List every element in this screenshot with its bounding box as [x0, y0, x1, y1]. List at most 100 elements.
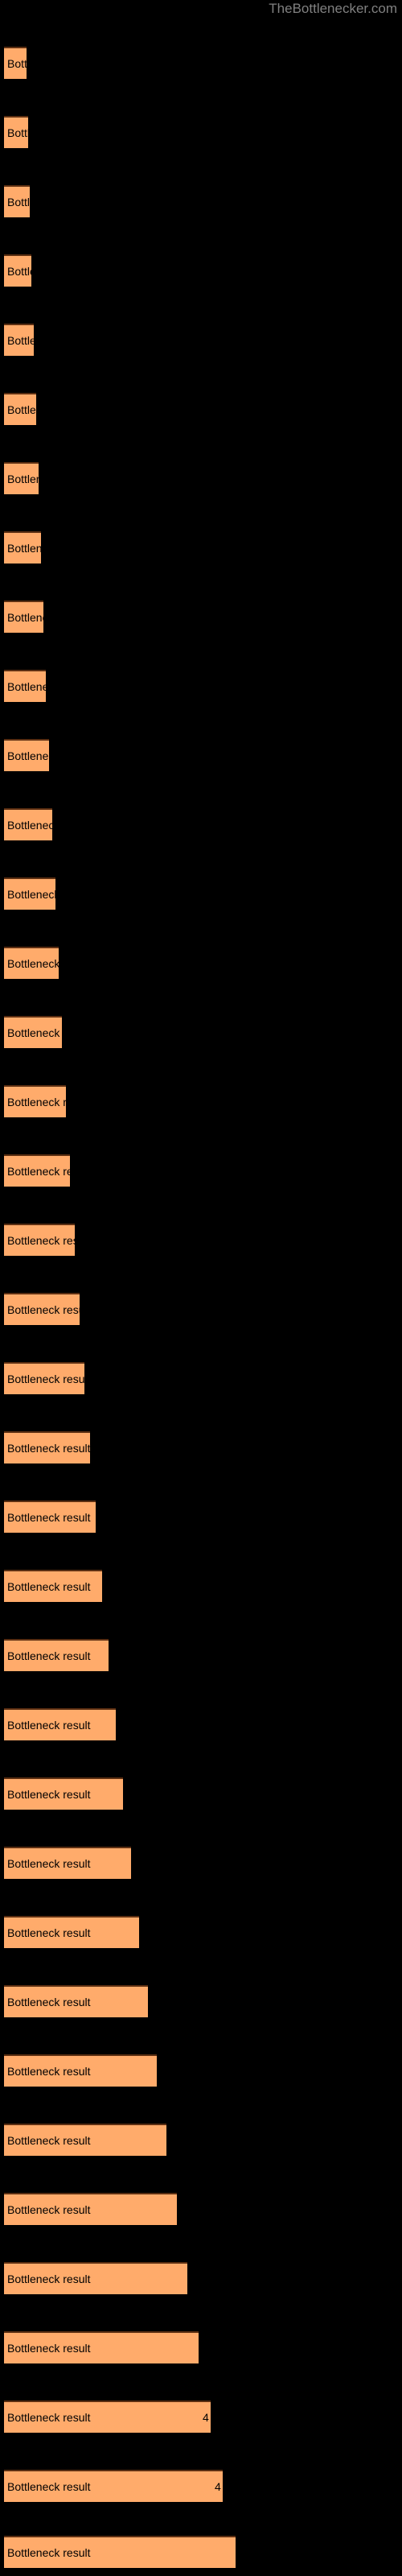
bar-bottleneck-result[interactable]: Bottleneck result: [4, 1293, 91, 1325]
bar-bottleneck-result[interactable]: Bottleneck result: [4, 1362, 91, 1394]
bar-bottleneck-result[interactable]: Bottleneck result: [4, 393, 91, 425]
bar-bottleneck-result[interactable]: Bottleneck result: [4, 462, 91, 494]
bottleneck-bar-chart: Bottleneck result Bottleneck result Bottle…: [0, 0, 402, 2576]
bar-row: Bottleneck result: [0, 324, 402, 357]
bar-clip: Bottleneck result: [0, 1293, 402, 1327]
bar-clip: Bottleneck result: [0, 116, 402, 150]
bar-clip: Bottleneck result: [0, 2262, 402, 2296]
bar-bottleneck-result[interactable]: Bottleneck result: [4, 1570, 102, 1602]
bar-label: Bottleneck result: [7, 196, 91, 208]
bar-clip: Bottleneck result: [0, 531, 402, 565]
bar-label: Bottleneck result: [7, 749, 91, 762]
bar-clip: Bottleneck result: [0, 2536, 402, 2570]
bar-bottleneck-result[interactable]: Bottleneck result: [4, 1085, 91, 1117]
bar-clip: Bottleneck result: [0, 324, 402, 357]
bar-bottleneck-result[interactable]: Bottleneck result: [4, 1016, 91, 1048]
bar-row: Bottleneck result: [0, 1431, 402, 1465]
bar-clip: Bottleneck result: [0, 1916, 402, 1950]
bar-row: Bottleneck result: [0, 947, 402, 980]
bar-bottleneck-result[interactable]: Bottleneck result: [4, 324, 91, 356]
bar-clip: Bottleneck result: [0, 808, 402, 842]
bar-row: Bottleneck result: [0, 739, 402, 773]
bar-clip: Bottleneck result: [0, 739, 402, 773]
bar-clip: Bottleneck result: [0, 1639, 402, 1673]
bar-row: Bottleneck result: [0, 1847, 402, 1880]
bar-label: Bottleneck result: [7, 57, 91, 70]
bar-bottleneck-result[interactable]: Bottleneck result: [4, 254, 91, 287]
bar-row: Bottleneck result: [0, 1085, 402, 1119]
bar-bottleneck-result[interactable]: Bottleneck result: [4, 1916, 139, 1948]
bar-clip: Bottleneck result: [0, 1501, 402, 1534]
bar-label: Bottleneck result: [7, 403, 91, 416]
bar-row: Bottleneck result: [0, 1224, 402, 1257]
bar-label: Bottleneck result: [7, 1303, 91, 1316]
bar-bottleneck-result[interactable]: Bottleneck result: [4, 2331, 199, 2363]
bar-row: Bottleneck result 4: [0, 2470, 402, 2504]
bar-label: Bottleneck result: [7, 680, 91, 693]
bar-row: Bottleneck result: [0, 1362, 402, 1396]
bar-clip: Bottleneck result: [0, 1431, 402, 1465]
bar-row: Bottleneck result: [0, 185, 402, 219]
bar-label: Bottleneck result: [7, 1996, 91, 2008]
bar-row: Bottleneck result: [0, 2124, 402, 2157]
bar-clip: Bottleneck result: [0, 2124, 402, 2157]
bar-label: Bottleneck result: [7, 1373, 91, 1385]
bar-label: Bottleneck result: [7, 1442, 91, 1455]
bar-row: Bottleneck result: [0, 1639, 402, 1673]
bar-bottleneck-result[interactable]: Bottleneck result: [4, 1224, 91, 1256]
bar-bottleneck-result[interactable]: Bottleneck result: [4, 2054, 157, 2087]
bar-bottleneck-result[interactable]: Bottleneck result: [4, 670, 91, 702]
bar-label: Bottleneck result: [7, 1096, 91, 1108]
bar-label: Bottleneck result: [7, 1649, 91, 1662]
bar-bottleneck-result[interactable]: Bottleneck result: [4, 1777, 123, 1810]
bar-bottleneck-result[interactable]: Bottleneck result: [4, 2193, 177, 2225]
bar-bottleneck-result[interactable]: Bottleneck result: [4, 47, 91, 79]
bar-clip: Bottleneck result: [0, 2054, 402, 2088]
bar-bottleneck-result[interactable]: Bottleneck result: [4, 877, 91, 910]
bar-row: Bottleneck result: [0, 2536, 402, 2570]
bar-clip: Bottleneck result: [0, 1154, 402, 1188]
bar-label: Bottleneck result: [7, 1511, 91, 1524]
bar-label: Bottleneck result: [7, 819, 91, 832]
bar-label: Bottleneck result: [7, 1026, 91, 1039]
bar-clip: Bottleneck result: [0, 47, 402, 80]
bar-bottleneck-result[interactable]: Bottleneck result: [4, 1154, 91, 1187]
bar-label: Bottleneck result: [7, 2134, 91, 2147]
bar-bottleneck-result[interactable]: Bottleneck result: [4, 2262, 187, 2294]
bar-bottleneck-result[interactable]: Bottleneck result: [4, 808, 91, 840]
bar-bottleneck-result[interactable]: Bottleneck result: [4, 2124, 166, 2156]
bar-bottleneck-result[interactable]: Bottleneck result: [4, 739, 91, 771]
bar-bottleneck-result[interactable]: Bottleneck result: [4, 2536, 236, 2568]
bar-clip: Bottleneck result: [0, 1016, 402, 1050]
bar-label: Bottleneck result: [7, 1788, 91, 1801]
bar-clip: Bottleneck result: [0, 2193, 402, 2227]
bar-bottleneck-result[interactable]: Bottleneck result 4: [4, 2401, 211, 2433]
bar-clip: Bottleneck result: [0, 185, 402, 219]
bar-bottleneck-result[interactable]: Bottleneck result: [4, 601, 91, 633]
bar-bottleneck-result[interactable]: Bottleneck result: [4, 947, 91, 979]
bar-bottleneck-result[interactable]: Bottleneck result: [4, 1639, 109, 1671]
bar-row: Bottleneck result: [0, 1154, 402, 1188]
bar-label: Bottleneck result: [7, 2342, 91, 2355]
bar-row: Bottleneck result: [0, 2054, 402, 2088]
bar-bottleneck-result[interactable]: Bottleneck result: [4, 531, 91, 564]
bar-bottleneck-result[interactable]: Bottleneck result: [4, 1431, 91, 1463]
bar-bottleneck-result[interactable]: Bottleneck result: [4, 1985, 148, 2017]
bar-bottleneck-result[interactable]: Bottleneck result 4: [4, 2470, 223, 2502]
bar-row: Bottleneck result: [0, 2331, 402, 2365]
bar-bottleneck-result[interactable]: Bottleneck result: [4, 185, 91, 217]
bar-clip: Bottleneck result: [0, 1777, 402, 1811]
bar-bottleneck-result[interactable]: Bottleneck result: [4, 1708, 116, 1740]
bar-label: Bottleneck result: [7, 1580, 91, 1593]
bar-label: Bottleneck result: [7, 2546, 91, 2559]
bar-label: Bottleneck result: [7, 334, 91, 347]
bar-label: Bottleneck result: [7, 265, 91, 278]
bar-label: Bottleneck result: [7, 2480, 91, 2493]
bar-row: Bottleneck result: [0, 601, 402, 634]
bar-bottleneck-result[interactable]: Bottleneck result: [4, 1501, 96, 1533]
bar-clip: Bottleneck result: [0, 601, 402, 634]
bar-bottleneck-result[interactable]: Bottleneck result: [4, 116, 91, 148]
bar-label: Bottleneck result: [7, 2065, 91, 2078]
bar-bottleneck-result[interactable]: Bottleneck result: [4, 1847, 131, 1879]
bar-clip: Bottleneck result: [0, 1985, 402, 2019]
